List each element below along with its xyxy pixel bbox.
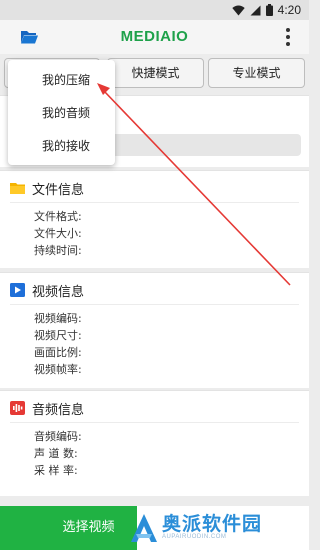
watermark-text: 奥派软件园 bbox=[162, 513, 263, 535]
status-icons: 4:20 bbox=[231, 3, 301, 17]
video-play-icon bbox=[10, 283, 25, 297]
watermark-subtext: AUPAIRUODIN.COM bbox=[162, 534, 227, 540]
field-video-size: 视频尺寸: bbox=[34, 329, 82, 342]
file-info-title: 文件信息 bbox=[32, 182, 85, 198]
tab-quick-mode[interactable]: 快捷模式 bbox=[107, 58, 204, 88]
divider bbox=[10, 304, 299, 305]
audio-info-section: 音频信息 音频编码: 声 道 数: 采 样 率: bbox=[0, 390, 309, 496]
field-file-size: 文件大小: bbox=[34, 227, 82, 240]
divider bbox=[10, 422, 299, 423]
wifi-icon bbox=[231, 5, 245, 15]
menu-item-my-compress[interactable]: 我的压缩 bbox=[8, 64, 115, 97]
menu-item-my-received[interactable]: 我的接收 bbox=[8, 130, 115, 163]
video-info-title: 视频信息 bbox=[32, 284, 85, 300]
field-aspect-ratio: 画面比例: bbox=[34, 346, 82, 359]
more-vert-icon[interactable] bbox=[285, 28, 291, 46]
select-video-button[interactable]: 选择视频 bbox=[0, 506, 137, 550]
field-frame-rate: 视频帧率: bbox=[34, 363, 82, 376]
audio-info-title: 音频信息 bbox=[32, 402, 85, 418]
popup-menu: 我的压缩 我的音频 我的接收 bbox=[8, 60, 115, 165]
field-channels: 声 道 数: bbox=[34, 447, 78, 460]
video-info-header: 视频信息 bbox=[10, 279, 84, 301]
watermark-logo-icon bbox=[131, 514, 157, 542]
menu-item-my-audio[interactable]: 我的音频 bbox=[8, 97, 115, 130]
file-info-header: 文件信息 bbox=[10, 177, 84, 199]
tab-pro-mode[interactable]: 专业模式 bbox=[208, 58, 305, 88]
audio-info-header: 音频信息 bbox=[10, 397, 84, 419]
divider bbox=[10, 202, 299, 203]
audio-wave-icon bbox=[10, 401, 25, 415]
status-bar: 4:20 bbox=[0, 0, 309, 20]
bottom-bar: 选择视频 奥派软件园 AUPAIRUODIN.COM bbox=[0, 506, 309, 550]
folder-yellow-icon bbox=[10, 183, 25, 194]
field-sample-rate: 采 样 率: bbox=[34, 464, 78, 477]
video-info-section: 视频信息 视频编码: 视频尺寸: 画面比例: 视频帧率: bbox=[0, 272, 309, 388]
video-info-fields: 视频编码: 视频尺寸: 画面比例: 视频帧率: bbox=[34, 310, 82, 378]
battery-icon bbox=[265, 4, 273, 16]
file-info-section: 文件信息 文件格式: 文件大小: 持续时间: bbox=[0, 170, 309, 268]
field-duration: 持续时间: bbox=[34, 244, 82, 257]
field-file-format: 文件格式: bbox=[34, 210, 82, 223]
app-title: MEDIAIO bbox=[120, 28, 189, 45]
app-bar: MEDIAIO bbox=[0, 20, 309, 54]
file-info-fields: 文件格式: 文件大小: 持续时间: bbox=[34, 208, 82, 259]
field-audio-codec: 音频编码: bbox=[34, 430, 82, 443]
audio-info-fields: 音频编码: 声 道 数: 采 样 率: bbox=[34, 428, 82, 479]
signal-icon bbox=[250, 5, 261, 15]
field-video-codec: 视频编码: bbox=[34, 312, 82, 325]
status-time: 4:20 bbox=[277, 3, 301, 17]
